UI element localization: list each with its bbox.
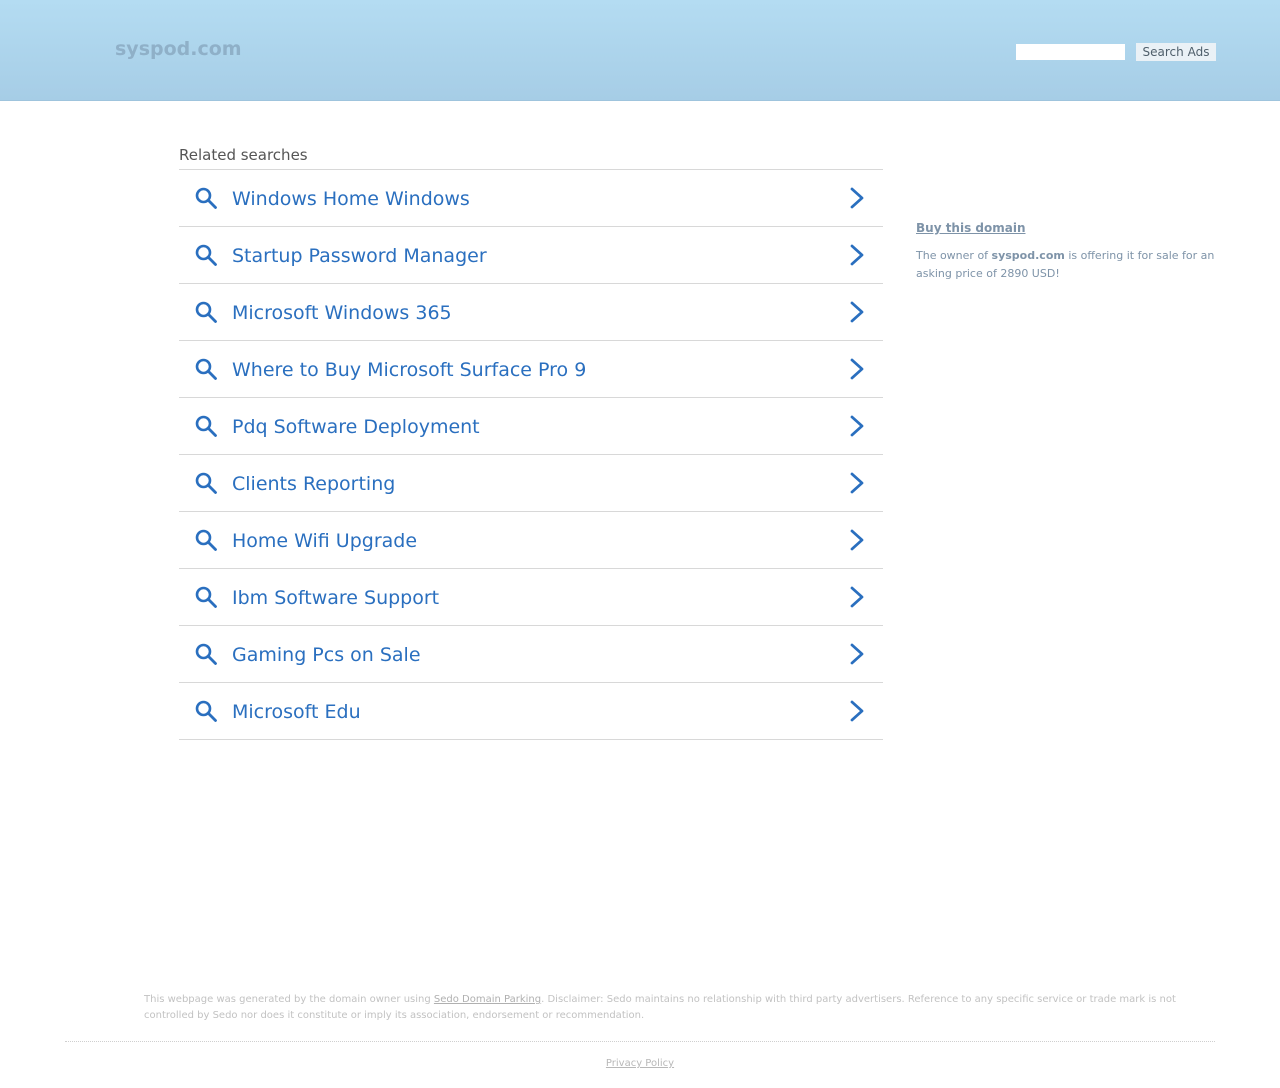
chevron-right-icon	[847, 357, 867, 381]
chevron-right-icon	[847, 699, 867, 723]
chevron-right-icon	[847, 642, 867, 666]
related-search-item[interactable]: Gaming Pcs on Sale	[179, 626, 883, 683]
related-searches: Related searches Windows Home Windows Sta…	[179, 145, 883, 740]
chevron-right-icon	[847, 300, 867, 324]
search-icon	[194, 300, 218, 324]
search-icon	[194, 699, 218, 723]
related-search-item[interactable]: Pdq Software Deployment	[179, 398, 883, 455]
disclaimer-prefix: This webpage was generated by the domain…	[144, 994, 434, 1005]
chevron-right-icon	[847, 528, 867, 552]
search-icon	[194, 414, 218, 438]
related-search-item[interactable]: Microsoft Windows 365	[179, 284, 883, 341]
search-icon	[194, 585, 218, 609]
chevron-right-icon	[847, 243, 867, 267]
related-search-label: Windows Home Windows	[232, 188, 470, 210]
related-search-label: Where to Buy Microsoft Surface Pro 9	[232, 359, 587, 381]
search-ads-button[interactable]: Search Ads	[1136, 43, 1216, 61]
related-search-item[interactable]: Startup Password Manager	[179, 227, 883, 284]
sedo-parking-link[interactable]: Sedo Domain Parking	[434, 994, 541, 1005]
related-search-item[interactable]: Ibm Software Support	[179, 569, 883, 626]
search-icon	[194, 243, 218, 267]
related-search-item[interactable]: Microsoft Edu	[179, 683, 883, 740]
related-searches-title: Related searches	[179, 145, 883, 170]
chevron-right-icon	[847, 585, 867, 609]
privacy-policy-link[interactable]: Privacy Policy	[606, 1058, 674, 1069]
header-bar: syspod.com Search Ads	[0, 0, 1280, 101]
sidebar: Buy this domain The owner of syspod.com …	[916, 217, 1226, 283]
offer-domain: syspod.com	[991, 249, 1065, 262]
related-search-item[interactable]: Home Wifi Upgrade	[179, 512, 883, 569]
search-input[interactable]	[1016, 44, 1125, 60]
search-icon	[194, 186, 218, 210]
offer-prefix: The owner of	[916, 249, 992, 262]
related-search-label: Home Wifi Upgrade	[232, 530, 418, 552]
related-search-item[interactable]: Where to Buy Microsoft Surface Pro 9	[179, 341, 883, 398]
related-search-label: Ibm Software Support	[232, 587, 440, 609]
search-icon	[194, 357, 218, 381]
related-search-item[interactable]: Windows Home Windows	[179, 170, 883, 227]
related-search-label: Microsoft Windows 365	[232, 302, 452, 324]
disclaimer: This webpage was generated by the domain…	[144, 992, 1184, 1024]
chevron-right-icon	[847, 186, 867, 210]
search-icon	[194, 642, 218, 666]
site-logo[interactable]: syspod.com	[115, 38, 242, 60]
search-icon	[194, 528, 218, 552]
buy-domain-link[interactable]: Buy this domain	[916, 220, 1026, 237]
footer-divider	[65, 1041, 1215, 1042]
search-icon	[194, 471, 218, 495]
related-search-label: Microsoft Edu	[232, 701, 361, 723]
related-search-label: Gaming Pcs on Sale	[232, 644, 421, 666]
chevron-right-icon	[847, 471, 867, 495]
related-search-label: Clients Reporting	[232, 473, 396, 495]
result-list: Windows Home Windows Startup Password Man…	[179, 170, 883, 740]
offer-text: The owner of syspod.com is offering it f…	[916, 247, 1221, 283]
related-search-label: Pdq Software Deployment	[232, 416, 480, 438]
chevron-right-icon	[847, 414, 867, 438]
related-search-label: Startup Password Manager	[232, 245, 487, 267]
related-search-item[interactable]: Clients Reporting	[179, 455, 883, 512]
privacy-area: Privacy Policy	[0, 1057, 1280, 1071]
